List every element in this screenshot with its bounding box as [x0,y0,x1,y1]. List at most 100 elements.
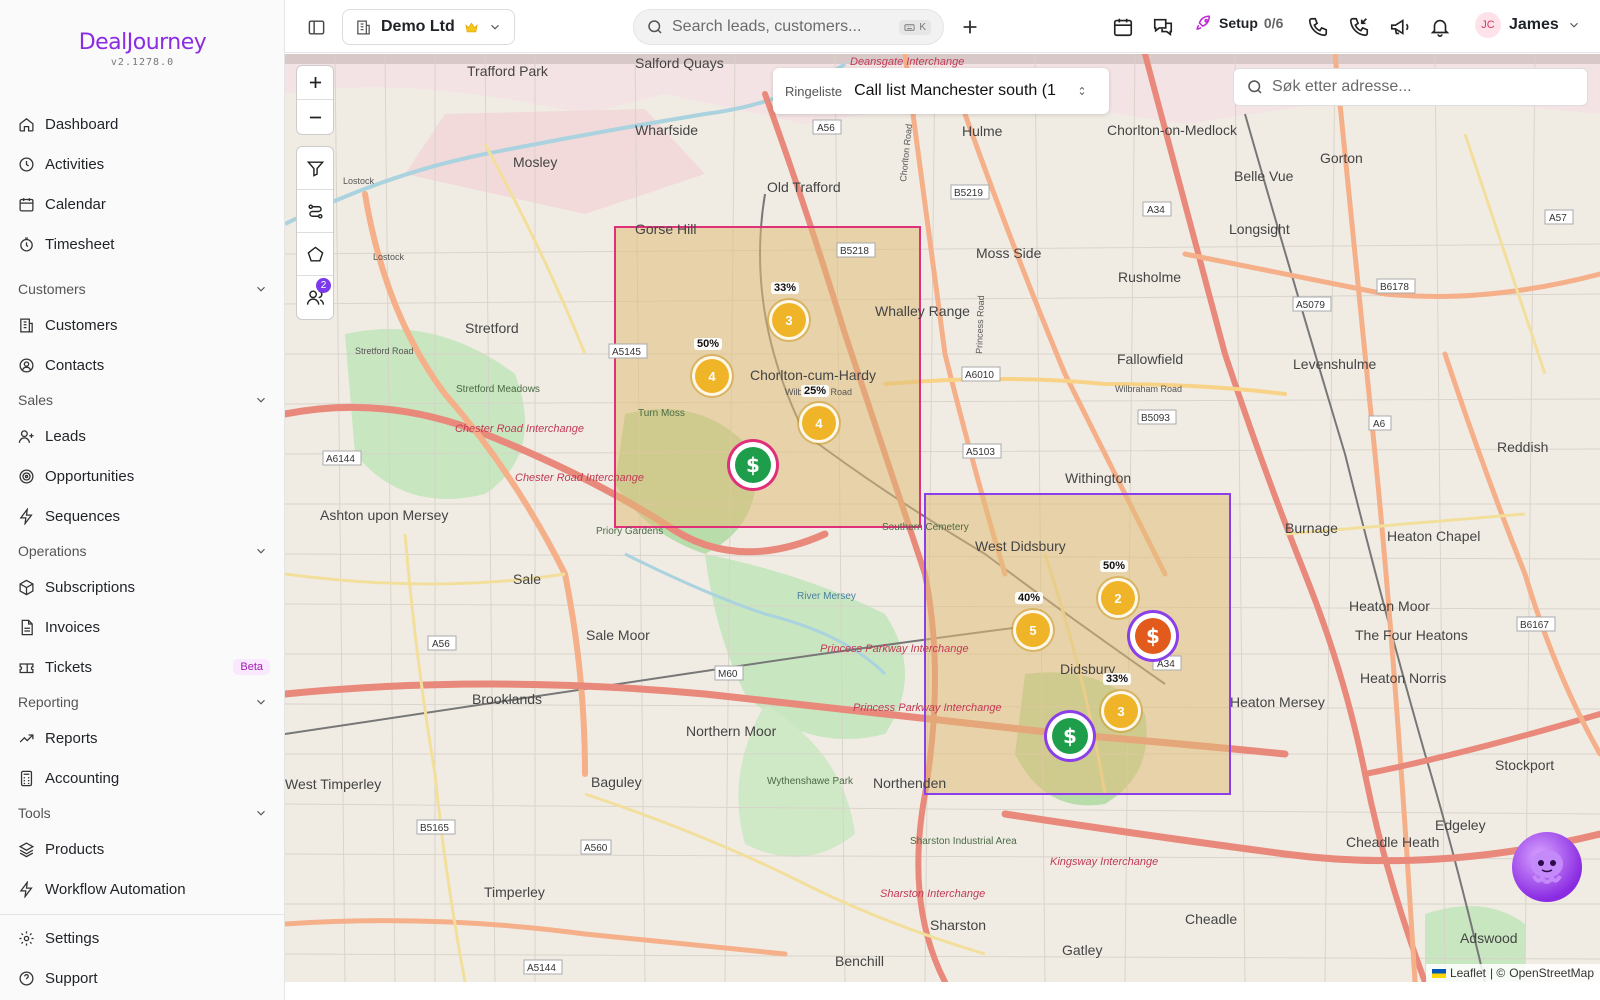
nav-tickets-label: Tickets [45,658,92,676]
map-label-baguley: Baguley [591,774,642,790]
deal-marker[interactable]: $ [730,442,776,488]
cluster-marker[interactable]: 50% 4 [692,338,740,404]
map-label-deansgate: Deansgate Interchange [850,56,964,68]
road-a56-2: A56 [432,639,450,650]
map-label-belle-vue: Belle Vue [1234,168,1294,184]
sidebar-toggle-button[interactable] [304,15,328,39]
global-search-input[interactable]: Search leads, customers... K [633,9,944,45]
section-customers-label: Customers [18,281,86,297]
address-search-input[interactable]: Søk etter adresse... [1233,68,1588,106]
call-log-button[interactable] [1347,15,1371,39]
announcements-button[interactable] [1388,15,1412,39]
road-a57: A57 [1549,213,1567,224]
cluster-marker[interactable]: 33% 3 [1101,673,1149,739]
nav-leads[interactable]: Leads [18,422,270,450]
osm-link[interactable]: OpenStreetMap [1509,966,1594,980]
map-label-stockport: Stockport [1495,757,1554,773]
calculator-icon [20,770,33,786]
road-princess-road: Princess Road [974,295,986,354]
nav-accounting[interactable]: Accounting [18,764,270,792]
nav-support[interactable]: Support [18,964,270,992]
create-new-button[interactable] [958,15,982,39]
nav-workflow-automation[interactable]: Workflow Automation [18,875,270,903]
nav-products[interactable]: Products [18,835,270,863]
nav-activities[interactable]: Activities [18,150,270,178]
nav-customers-label: Customers [45,316,118,334]
map-label-west-didsbury: West Didsbury [975,538,1066,554]
nav-activities-label: Activities [45,155,105,173]
ai-assistant-button[interactable] [1512,832,1582,902]
attribution-separator: | © [1489,966,1506,980]
nav-subscriptions[interactable]: Subscriptions [18,573,270,601]
zoom-in-button[interactable] [297,66,333,100]
leaflet-link[interactable]: Leaflet [1450,966,1486,980]
map-label-adswood: Adswood [1460,930,1518,946]
route-button[interactable] [297,190,333,233]
map-label-longsight: Longsight [1229,221,1290,237]
nav-calendar[interactable]: Calendar [18,190,270,218]
cluster-marker[interactable]: 33% 3 [769,282,817,348]
road-lostock: Lostock [373,252,405,262]
notifications-button[interactable] [1428,15,1452,39]
nav-reports[interactable]: Reports [18,724,270,752]
zoom-out-button[interactable] [297,100,333,134]
messages-button[interactable] [1151,15,1175,39]
section-reporting[interactable]: Reporting [18,691,268,713]
cluster-percentage: 33% [1103,673,1132,685]
phone-button[interactable] [1306,15,1330,39]
map-label-salford-quays: Salford Quays [635,55,724,71]
nav-settings-label: Settings [45,929,100,947]
user-menu[interactable]: JC James [1475,12,1581,38]
logo[interactable]: DealJourney v2.1278.0 [0,30,285,68]
nav-timesheet[interactable]: Timesheet [18,230,270,258]
calendar-button[interactable] [1111,15,1135,39]
chevron-down-icon [257,699,265,705]
road-wilbraham-2: Wilbraham Road [1115,384,1182,394]
setup-progress-button[interactable]: Setup 0/6 [1195,14,1283,32]
calendar-icon [19,197,34,212]
nav-customers[interactable]: Customers [18,311,270,339]
deal-marker[interactable]: $ [1047,713,1093,759]
nav-opportunities[interactable]: Opportunities [18,462,270,490]
road-a6144: A6144 [326,454,355,465]
logo-text: DealJourney [78,30,207,55]
beta-badge: Beta [233,659,270,675]
map-label-wharfside: Wharfside [635,122,698,138]
nav-accounting-label: Accounting [45,769,120,787]
filter-button[interactable] [297,147,333,190]
map-label-rusholme: Rusholme [1118,269,1181,285]
road-a5144: A5144 [527,963,556,974]
draw-polygon-button[interactable] [297,233,333,276]
nav-tickets[interactable]: Tickets Beta [18,653,270,681]
map-view[interactable]: Trafford Park Salford Quays Wharfside Mo… [285,54,1600,982]
nav-contacts[interactable]: Contacts [18,351,270,379]
nav-sequences[interactable]: Sequences [18,502,270,530]
section-sales[interactable]: Sales [18,389,268,411]
search-shortcut: K [899,19,931,35]
organization-switcher[interactable]: Demo Ltd [342,9,515,45]
nav-subscriptions-label: Subscriptions [45,578,136,596]
nav-dashboard[interactable]: Dashboard [18,110,270,138]
road-a5145: A5145 [612,347,641,358]
bell-icon [1430,19,1450,37]
section-customers[interactable]: Customers [18,278,268,300]
chat-icon [1153,18,1173,36]
section-operations[interactable]: Operations [18,540,268,562]
nav-dashboard-label: Dashboard [45,115,119,133]
assign-users-button[interactable]: 2 [297,276,333,319]
nav-support-label: Support [45,969,98,987]
map-label-heaton-moor: Heaton Moor [1349,598,1430,614]
nav-settings[interactable]: Settings [18,924,270,952]
cluster-marker[interactable]: 40% 5 [1013,592,1061,658]
section-tools[interactable]: Tools [18,802,268,824]
calendar-icon [1113,18,1133,37]
layers-icon [18,841,35,857]
call-list-select[interactable]: Ringeliste Call list Manchester south (1 [773,68,1109,114]
map-label-gorse-hill: Gorse Hill [635,221,696,237]
cluster-marker[interactable]: 25% 4 [799,385,847,451]
search-shortcut-key: K [919,21,926,33]
cluster-count: 4 [799,403,839,443]
deal-marker[interactable]: $ [1130,613,1176,659]
nav-invoices[interactable]: Invoices [18,613,270,641]
trending-up-icon [19,733,34,742]
